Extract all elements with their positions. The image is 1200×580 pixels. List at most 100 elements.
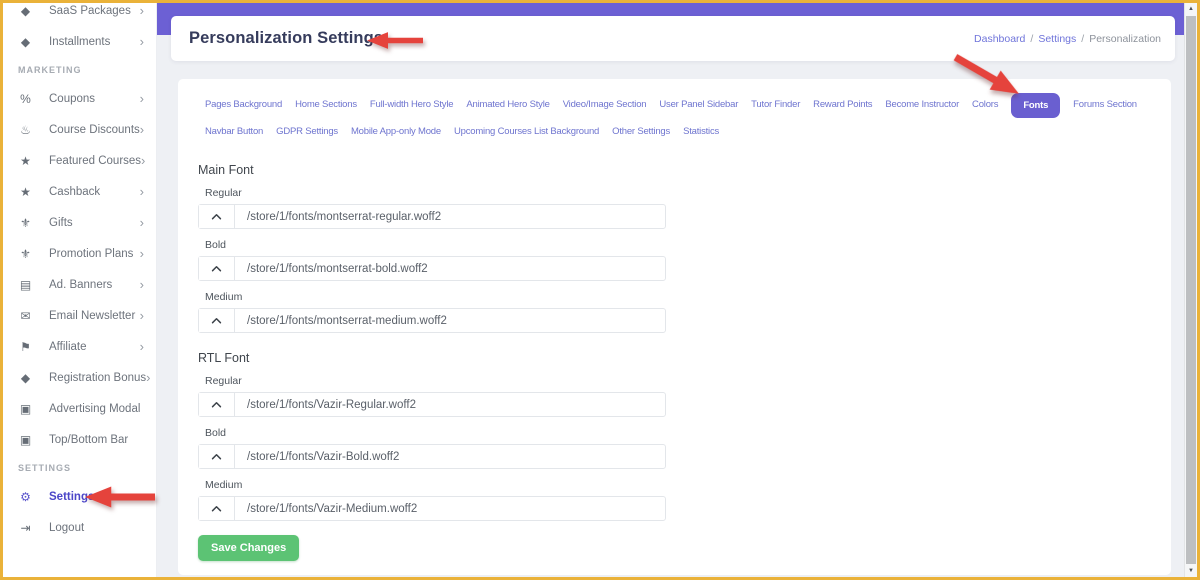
chevron-right-icon: › [140,247,144,260]
tab-home-sections[interactable]: Home Sections [295,92,357,118]
sidebar-item-settings[interactable]: ⚙Settings [3,481,156,512]
gift-icon: ⚜ [18,247,33,261]
sidebar: ◆SaaS Packages›◆Installments›MARKETING%C… [3,3,157,577]
sidebar-item-label: Top/Bottom Bar [49,434,144,446]
input-group-main-font-medium [198,308,666,333]
tab-animated-hero-style[interactable]: Animated Hero Style [466,92,549,118]
star-icon: ★ [18,154,33,168]
tab-gdpr-settings[interactable]: GDPR Settings [276,119,338,145]
font-path-input-rtl-font-regular[interactable] [235,393,665,416]
gears-icon: ⚙ [18,490,33,504]
sidebar-item-saas-packages[interactable]: ◆SaaS Packages› [3,3,156,26]
scrollbar-down-arrow[interactable]: ▼ [1185,565,1197,577]
sidebar-item-featured-courses[interactable]: ★ Featured Courses› [3,145,156,176]
tab-forums-section[interactable]: Forums Section [1073,92,1137,118]
upload-caret-button[interactable] [199,497,235,520]
chevron-right-icon: › [141,154,145,167]
font-path-input-rtl-font-bold[interactable] [235,445,665,468]
breadcrumb-personalization: Personalization [1089,33,1161,45]
gem-icon: ◆ [18,35,33,49]
tab-video-image-section[interactable]: Video/Image Section [563,92,647,118]
sidebar-section-header-settings: SETTINGS [3,455,156,481]
sidebar-item-affiliate[interactable]: ⚑Affiliate› [3,331,156,362]
chevron-right-icon: › [140,185,144,198]
tab-navbar-button[interactable]: Navbar Button [205,119,263,145]
tab-reward-points[interactable]: Reward Points [813,92,872,118]
sidebar-item-label: Advertising Modal [49,403,144,415]
tab-pages-background[interactable]: Pages Background [205,92,282,118]
field-label-rtl-font-bold: Bold [205,427,1171,439]
font-path-input-rtl-font-medium[interactable] [235,497,665,520]
sidebar-item-logout[interactable]: ⇥Logout [3,512,156,543]
chevron-right-icon: › [140,92,144,105]
font-path-input-main-font-regular[interactable] [235,205,665,228]
field-label-rtl-font-regular: Regular [205,375,1171,387]
sidebar-item-coupons[interactable]: %Coupons› [3,83,156,114]
logout-icon: ⇥ [18,521,33,535]
sidebar-item-label: Promotion Plans [49,248,140,260]
group-title-main-font: Main Font [198,163,1171,177]
save-changes-button[interactable]: Save Changes [198,535,299,561]
upload-caret-button[interactable] [199,393,235,416]
page-title: Personalization Settings [189,29,383,48]
breadcrumb: Dashboard/Settings/Personalization [974,16,1161,61]
chevron-up-icon [211,213,222,220]
field-label-main-font-regular: Regular [205,187,1171,199]
sidebar-item-ad-banners[interactable]: ▤Ad. Banners› [3,269,156,300]
star-icon: ★ [18,185,33,199]
sidebar-item-email-newsletter[interactable]: ✉Email Newsletter› [3,300,156,331]
sidebar-menu: ◆SaaS Packages›◆Installments›MARKETING%C… [3,3,156,543]
sidebar-item-installments[interactable]: ◆Installments› [3,26,156,57]
scrollbar-thumb[interactable] [1186,16,1196,564]
tab-become-instructor[interactable]: Become Instructor [885,92,959,118]
chevron-up-icon [211,453,222,460]
font-path-input-main-font-medium[interactable] [235,309,665,332]
sidebar-item-promotion-plans[interactable]: ⚜ Promotion Plans› [3,238,156,269]
sidebar-item-advertising-modal[interactable]: ▣Advertising Modal [3,393,156,424]
tab-user-panel-sidebar[interactable]: User Panel Sidebar [659,92,738,118]
tab-upcoming-courses-list-background[interactable]: Upcoming Courses List Background [454,119,599,145]
upload-caret-button[interactable] [199,257,235,280]
sidebar-item-label: Email Newsletter [49,310,140,322]
upload-caret-button[interactable] [199,309,235,332]
sidebar-item-course-discounts[interactable]: ♨Course Discounts› [3,114,156,145]
banner-icon: ▤ [18,278,33,292]
field-label-main-font-medium: Medium [205,291,1171,303]
breadcrumb-dashboard[interactable]: Dashboard [974,33,1025,45]
flame-icon: ♨ [18,123,33,137]
tab-fonts[interactable]: Fonts [1011,93,1060,118]
font-path-input-main-font-bold[interactable] [235,257,665,280]
page-header: Personalization Settings Dashboard/Setti… [171,16,1175,61]
chevron-up-icon [211,505,222,512]
field-label-rtl-font-medium: Medium [205,479,1171,491]
megaphone-icon: ⚑ [18,340,33,354]
tab-bar: Pages Background Home Sections Full-width … [178,79,1171,145]
tab-other-settings[interactable]: Other Settings [612,119,670,145]
sidebar-item-top-bottom-bar[interactable]: ▣Top/Bottom Bar [3,424,156,455]
tab-tutor-finder[interactable]: Tutor Finder [751,92,800,118]
input-group-rtl-font-medium [198,496,666,521]
input-group-main-font-bold [198,256,666,281]
tab-colors[interactable]: Colors [972,92,998,118]
vertical-scrollbar[interactable]: ▲ ▼ [1184,3,1197,577]
chevron-right-icon: › [140,35,144,48]
upload-caret-button[interactable] [199,205,235,228]
sidebar-item-registration-bonus[interactable]: ◆Registration Bonus› [3,362,156,393]
sidebar-item-label: Affiliate [49,341,140,353]
sidebar-item-label: Coupons [49,93,140,105]
tab-mobile-app-only-mode[interactable]: Mobile App-only Mode [351,119,441,145]
sidebar-item-label: Ad. Banners [49,279,140,291]
sidebar-item-label: Featured Courses [49,155,141,167]
tab-full-width-hero-style[interactable]: Full-width Hero Style [370,92,453,118]
chevron-right-icon: › [140,123,144,136]
sidebar-item-gifts[interactable]: ⚜Gifts› [3,207,156,238]
tab-statistics[interactable]: Statistics [683,119,719,145]
chevron-right-icon: › [146,371,150,384]
upload-caret-button[interactable] [199,445,235,468]
breadcrumb-settings[interactable]: Settings [1038,33,1076,45]
input-group-rtl-font-regular [198,392,666,417]
sidebar-item-cashback[interactable]: ★Cashback› [3,176,156,207]
scrollbar-up-arrow[interactable]: ▲ [1185,3,1197,15]
chevron-right-icon: › [140,4,144,17]
chevron-right-icon: › [140,309,144,322]
